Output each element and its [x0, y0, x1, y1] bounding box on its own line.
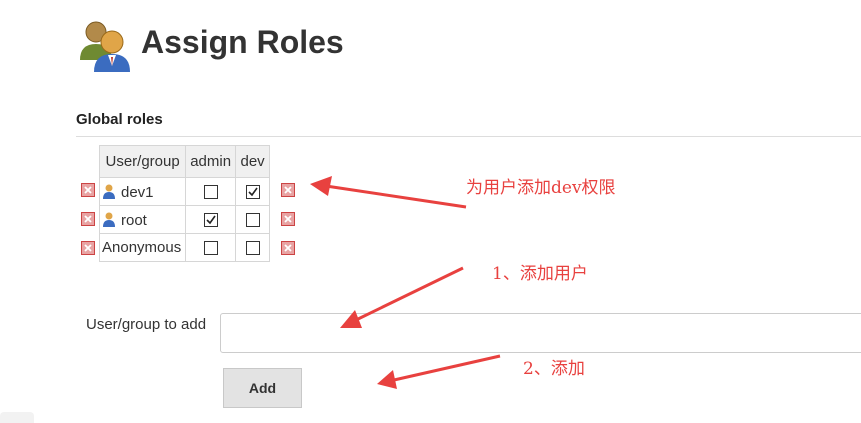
- delete-row-left-button[interactable]: [81, 241, 95, 255]
- table-row: dev1: [98, 177, 271, 206]
- cell-dev: [235, 205, 271, 234]
- table-header-row: User/group admin dev: [98, 145, 271, 178]
- checkbox-anonymous-dev[interactable]: [245, 241, 260, 256]
- row-name-label: Anonymous: [102, 239, 182, 256]
- checkbox-anonymous-admin[interactable]: [203, 241, 218, 256]
- annotation-add-dev-permission: 为用户添加dev权限: [466, 178, 616, 198]
- scroll-corner: [0, 412, 34, 423]
- user-icon: [102, 211, 116, 227]
- row-name-cell: Anonymous: [98, 233, 187, 262]
- column-header-dev: dev: [235, 145, 271, 178]
- row-name-label: dev1: [121, 183, 154, 201]
- cell-dev: [235, 233, 271, 262]
- user-group-input[interactable]: [220, 313, 861, 353]
- user-group-to-add-label: User/group to add: [86, 316, 207, 333]
- checkbox-dev1-admin[interactable]: [203, 185, 218, 200]
- column-header-admin: admin: [185, 145, 237, 178]
- row-name-cell: root: [98, 205, 187, 234]
- delete-row-right-button[interactable]: [281, 183, 295, 197]
- global-roles-table: User/group admin dev dev1 root Anonymous: [98, 145, 271, 262]
- cell-admin: [185, 177, 237, 206]
- cell-dev: [235, 177, 271, 206]
- delete-row-right-button[interactable]: [281, 212, 295, 226]
- users-icon: [74, 16, 132, 74]
- table-row: root: [98, 205, 271, 234]
- add-button[interactable]: Add: [223, 368, 302, 408]
- checkbox-dev1-dev[interactable]: [245, 185, 260, 200]
- cell-admin: [185, 233, 237, 262]
- checkbox-root-dev[interactable]: [245, 213, 260, 228]
- page-title: Assign Roles: [141, 24, 344, 60]
- user-icon: [102, 183, 116, 199]
- annotation-step-1: 1、添加用户: [492, 264, 588, 284]
- checkbox-root-admin[interactable]: [203, 213, 218, 228]
- delete-row-left-button[interactable]: [81, 183, 95, 197]
- row-name-cell: dev1: [98, 177, 187, 206]
- table-row: Anonymous: [98, 233, 271, 262]
- cell-admin: [185, 205, 237, 234]
- section-title-global-roles: Global roles: [76, 111, 163, 128]
- row-name-label: root: [121, 211, 147, 229]
- delete-row-left-button[interactable]: [81, 212, 95, 226]
- section-divider: [76, 136, 861, 137]
- arrow-to-dev-checkbox: [310, 176, 467, 209]
- annotation-step-2: 2、添加: [523, 359, 585, 379]
- delete-row-right-button[interactable]: [281, 241, 295, 255]
- column-header-user-group: User/group: [98, 145, 187, 178]
- arrow-to-add-button: [377, 354, 501, 389]
